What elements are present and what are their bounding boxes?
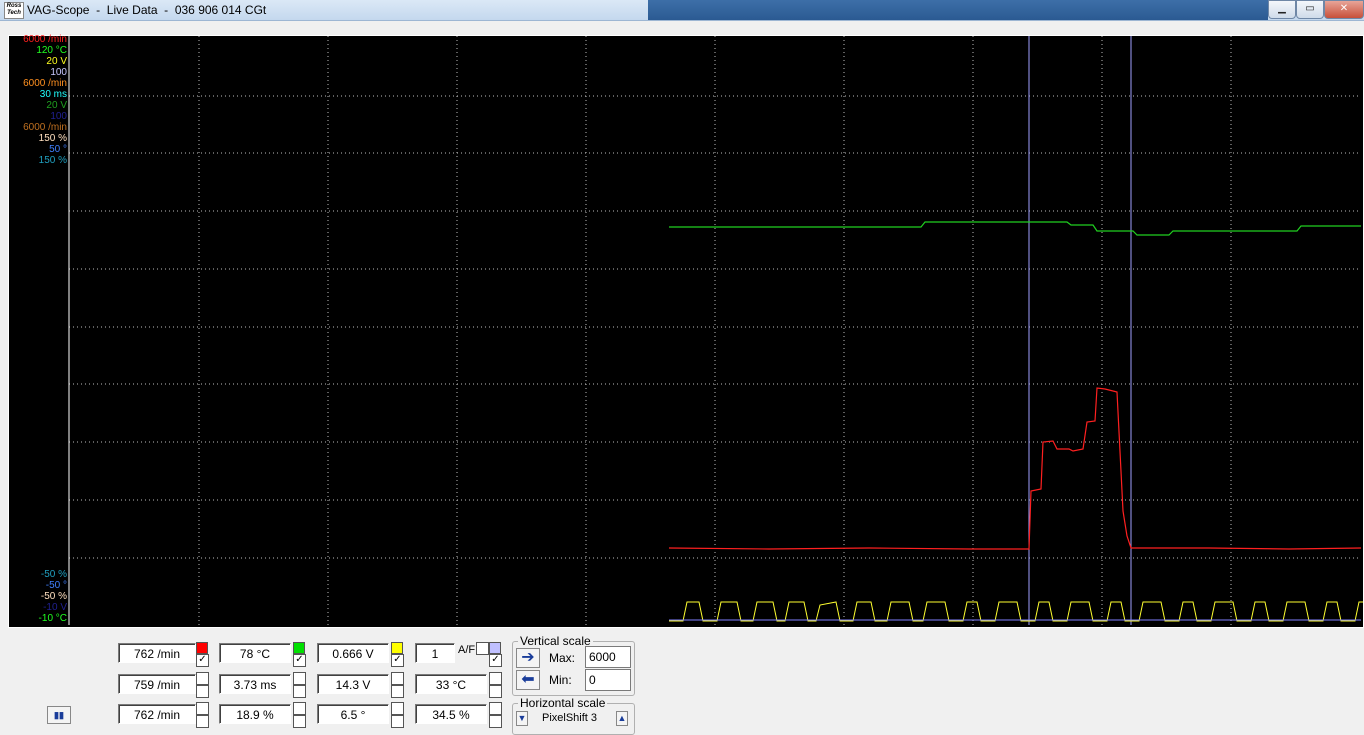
channel-4-checkbox[interactable]: ✓: [489, 654, 502, 667]
vertical-scale-max-input[interactable]: 6000: [585, 646, 631, 668]
vertical-scale-min-input[interactable]: 0: [585, 669, 631, 691]
minimize-button[interactable]: ▁: [1268, 0, 1296, 19]
channel-8-color-swatch[interactable]: [489, 672, 502, 685]
channel-1-value: 762 /min: [118, 643, 196, 663]
channel-10-checkbox[interactable]: [293, 715, 306, 728]
channel-10-value: 18.9 %: [219, 704, 291, 724]
channel-4-afr-checkbox[interactable]: [476, 642, 489, 655]
channel-1-checkbox[interactable]: ✓: [196, 654, 209, 667]
channel-8-checkbox[interactable]: [489, 685, 502, 698]
channel-12-color-swatch[interactable]: [489, 702, 502, 715]
close-button[interactable]: ✕: [1324, 0, 1364, 19]
trace-o2-voltage: [669, 601, 1363, 622]
channel-12-value: 34.5 %: [415, 704, 487, 724]
trace-temperature: [669, 221, 1361, 236]
channel-9-color-swatch[interactable]: [196, 702, 209, 715]
vertical-scale-title: Vertical scale: [518, 634, 593, 648]
channel-11-checkbox[interactable]: [391, 715, 404, 728]
channel-7-color-swatch[interactable]: [391, 672, 404, 685]
channel-7-value: 14.3 V: [317, 674, 389, 694]
channel-2-checkbox[interactable]: ✓: [293, 654, 306, 667]
vertical-scale-increase-button[interactable]: ➔: [516, 648, 540, 668]
channel-3-value: 0.666 V: [317, 643, 389, 663]
title-bar: Ross Tech VAG-Scope - Live Data - 036 906…: [0, 0, 1364, 21]
scope-graph: [68, 36, 1363, 625]
channel-1-color-swatch[interactable]: [196, 642, 208, 654]
channel-6-value: 3.73 ms: [219, 674, 291, 694]
channel-11-value: 6.5 °: [317, 704, 389, 724]
vertical-scale-max-label: Max:: [549, 651, 576, 665]
channel-6-color-swatch[interactable]: [293, 672, 306, 685]
scope-plot-area[interactable]: 6000 /min 120 °C 20 V 100 6000 /min 30 ms 20 V…: [8, 34, 1364, 628]
channel-10-color-swatch[interactable]: [293, 702, 306, 715]
channel-4-value: 1: [415, 643, 455, 663]
channel-6-checkbox[interactable]: [293, 685, 306, 698]
ross-tech-logo-icon: Ross Tech: [4, 2, 24, 19]
maximize-button[interactable]: ▭: [1296, 0, 1324, 19]
horizontal-scale-up-button[interactable]: ▲: [616, 711, 628, 726]
channel-5-checkbox[interactable]: [196, 685, 209, 698]
channel-7-checkbox[interactable]: [391, 685, 404, 698]
channel-9-value: 762 /min: [118, 704, 196, 724]
channel-12-checkbox[interactable]: [489, 715, 502, 728]
vertical-scale-decrease-button[interactable]: ⬅: [516, 670, 540, 690]
channel-2-color-swatch[interactable]: [293, 642, 305, 654]
channel-4-color-swatch[interactable]: [489, 642, 501, 654]
channel-2-value: 78 °C: [219, 643, 291, 663]
vertical-scale-min-label: Min:: [549, 673, 572, 687]
horizontal-scale-pixelshift: PixelShift 3: [542, 712, 598, 724]
channel-5-color-swatch[interactable]: [196, 672, 209, 685]
channel-11-color-swatch[interactable]: [391, 702, 404, 715]
channel-3-color-swatch[interactable]: [391, 642, 403, 654]
horizontal-scale-down-button[interactable]: ▼: [516, 711, 528, 726]
channel-9-checkbox[interactable]: [196, 715, 209, 728]
title-bar-background: [648, 0, 1268, 20]
channel-8-value: 33 °C: [415, 674, 487, 694]
trace-engine-speed: [668, 387, 1362, 550]
channel-5-value: 759 /min: [118, 674, 196, 694]
window-title: VAG-Scope - Live Data - 036 906 014 CGt: [27, 3, 267, 17]
scope-grid: [69, 36, 1361, 625]
channel-3-checkbox[interactable]: ✓: [391, 654, 404, 667]
channel-4-afr-label: A/F: [458, 644, 476, 656]
pause-button[interactable]: ▮▮: [47, 706, 71, 724]
horizontal-scale-title: Horizontal scale: [518, 696, 608, 710]
